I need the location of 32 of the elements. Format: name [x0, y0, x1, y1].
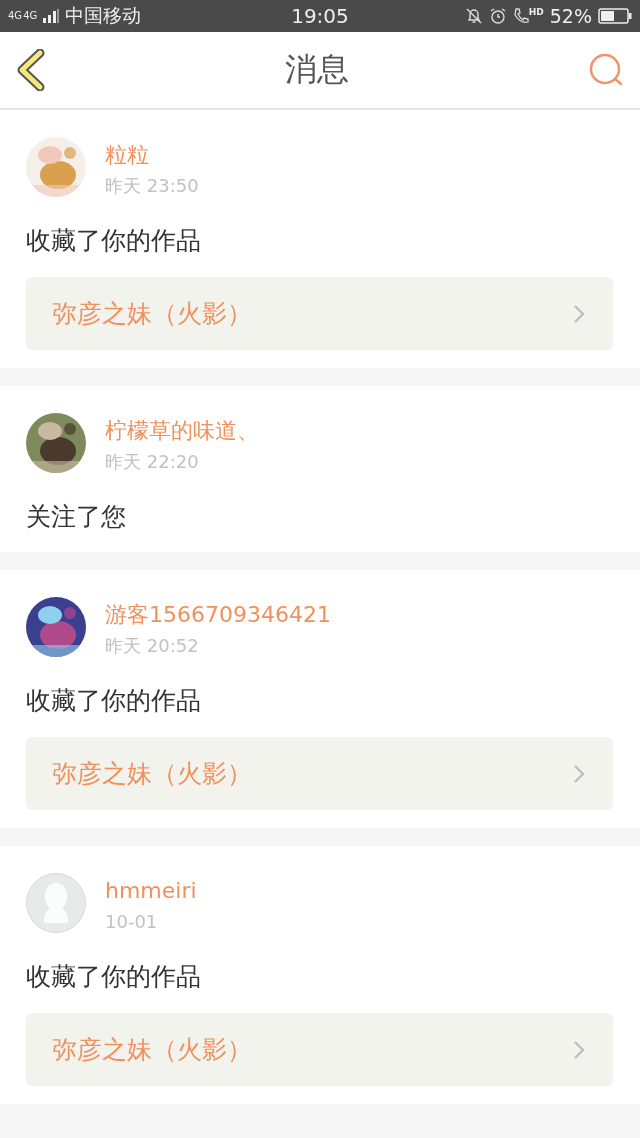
message-text: 收藏了你的作品 — [26, 225, 202, 257]
user-name[interactable]: hmmeiri — [105, 876, 197, 906]
signal-icon — [43, 9, 60, 23]
phone-icon — [512, 7, 529, 25]
chevron-right-icon — [573, 303, 585, 324]
network-label: 4G — [23, 10, 38, 22]
hd-label: HD — [528, 7, 544, 17]
default-avatar-icon — [26, 873, 86, 933]
message-time: 昨天 20:52 — [105, 634, 200, 658]
message-time: 昨天 23:50 — [105, 174, 199, 198]
message-text: 收藏了你的作品 — [26, 685, 202, 717]
work-link[interactable]: 弥彦之妹（火影） — [26, 737, 613, 810]
message-time: 10-01 — [105, 910, 159, 934]
message-text: 收藏了你的作品 — [26, 961, 202, 993]
page-title: 消息 — [285, 49, 349, 90]
battery-percent: 52% — [549, 5, 592, 27]
work-link[interactable]: 弥彦之妹（火影） — [26, 1013, 613, 1086]
user-name[interactable]: 粒粒 — [105, 140, 199, 170]
muted-bell-icon — [464, 7, 483, 25]
back-button[interactable] — [16, 49, 46, 91]
carrier-name: 中国移动 — [65, 3, 142, 28]
message-text: 关注了您 — [26, 501, 127, 533]
clock: 19:05 — [291, 4, 349, 28]
message-time: 昨天 22:20 — [105, 450, 200, 474]
battery-icon — [598, 8, 632, 24]
alarm-clock-icon — [488, 7, 507, 25]
work-link[interactable]: 弥彦之妹（火影） — [26, 277, 613, 350]
network-label: 4G — [8, 10, 23, 22]
user-name[interactable]: 游客1566709346421 — [105, 600, 331, 630]
chevron-right-icon — [573, 763, 585, 784]
user-name[interactable]: 柠檬草的味道、 — [105, 416, 259, 446]
chevron-right-icon — [573, 1039, 585, 1060]
